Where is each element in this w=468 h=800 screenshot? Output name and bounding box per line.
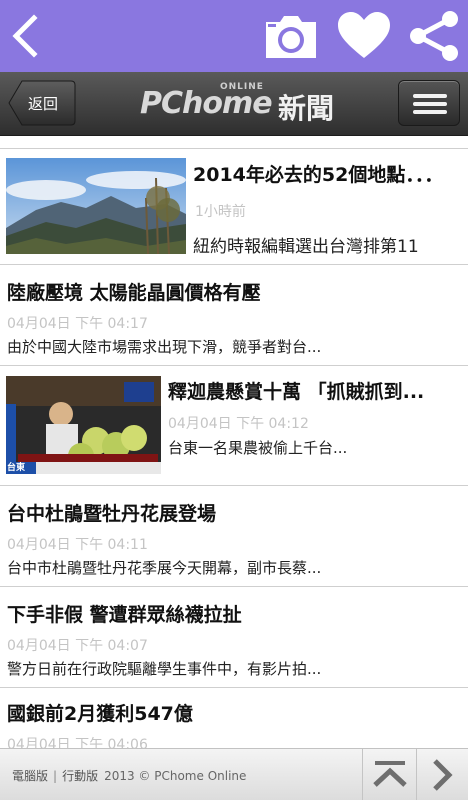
next-button[interactable] — [416, 749, 468, 800]
article-time: 04月04日 下午 04:07 — [7, 638, 148, 654]
list-item[interactable]: 台中杜鵑暨牡丹花展登場 04月04日 下午 04:11 台中市杜鵑暨牡丹花季展今… — [0, 487, 468, 587]
site-header: 返回 PChome ONLINE 新聞 — [0, 72, 468, 136]
heart-icon[interactable] — [336, 10, 392, 62]
logo-news: 新聞 — [278, 92, 335, 125]
back-button[interactable]: 返回 — [8, 80, 76, 126]
article-title: 陸廠壓境 太陽能晶圓價格有壓 — [7, 282, 261, 304]
scroll-top-button[interactable] — [362, 749, 416, 800]
image-caption: 台東 — [7, 463, 26, 473]
back-arrow-icon[interactable] — [6, 10, 46, 62]
pchome-logo: PChome ONLINE 新聞 — [140, 82, 340, 126]
article-time: 04月04日 下午 04:11 — [7, 537, 148, 553]
app-bar — [0, 0, 468, 72]
footer-links: 電腦版 | 行動版 2013 © PChome Online — [12, 769, 247, 783]
article-summary: 紐約時報編輯選出台灣排第11 — [193, 237, 419, 257]
menu-button[interactable] — [398, 80, 460, 126]
article-summary: 警方日前在行政院驅離學生事件中，有影片拍... — [7, 660, 322, 678]
mobile-version-link[interactable]: 行動版 — [62, 769, 98, 783]
article-time: 04月04日 下午 04:12 — [168, 416, 309, 432]
list-item[interactable]: 2014年必去的52個地點．．． 1小時前 紐約時報編輯選出台灣排第11 — [0, 150, 468, 265]
copyright: 2013 © PChome Online — [104, 769, 247, 783]
camera-icon[interactable] — [262, 10, 320, 62]
list-item[interactable]: 陸廠壓境 太陽能晶圓價格有壓 04月04日 下午 04:17 由於中國大陸市場需… — [0, 266, 468, 366]
article-summary: 台東一名果農被偷上千台... — [168, 439, 348, 457]
article-title: 2014年必去的52個地點．．． — [193, 164, 444, 186]
article-title: 下手非假 警遭群眾絲襪拉扯 — [7, 604, 242, 626]
list-item[interactable]: 台東 釋迦農懸賞十萬 「抓賊抓到... 04月04日 下午 04:12 台東一名… — [0, 367, 468, 486]
share-icon[interactable] — [406, 10, 462, 62]
news-list: 2014年必去的52個地點．．． 1小時前 紐約時報編輯選出台灣排第11 陸廠壓… — [0, 137, 468, 748]
scroll-top-icon — [373, 761, 407, 787]
article-title: 釋迦農懸賞十萬 「抓賊抓到... — [168, 381, 425, 403]
article-time: 04月04日 下午 04:17 — [7, 316, 148, 332]
article-time: 1小時前 — [195, 204, 246, 220]
back-button-label: 返回 — [28, 95, 59, 113]
list-item[interactable]: 下手非假 警遭群眾絲襪拉扯 04月04日 下午 04:07 警方日前在行政院驅離… — [0, 588, 468, 688]
article-summary: 由於中國大陸市場需求出現下滑，競爭者對台... — [7, 338, 322, 356]
article-image — [6, 158, 186, 254]
logo-super: ONLINE — [220, 82, 264, 92]
footer-bar: 電腦版 | 行動版 2013 © PChome Online — [0, 748, 468, 800]
menu-icon — [413, 94, 447, 98]
list-item[interactable]: 國銀前2月獲利547億 04月04日 下午 04:06 — [0, 689, 468, 748]
article-image: 台東 — [6, 376, 161, 474]
list-divider — [0, 137, 468, 149]
article-summary: 台中市杜鵑暨牡丹花季展今天開幕，副市長蔡... — [7, 559, 322, 577]
article-title: 國銀前2月獲利547億 — [7, 703, 193, 725]
article-time: 04月04日 下午 04:06 — [7, 737, 148, 748]
article-title: 台中杜鵑暨牡丹花展登場 — [7, 503, 217, 525]
next-arrow-icon — [433, 759, 453, 791]
desktop-version-link[interactable]: 電腦版 — [12, 769, 48, 783]
